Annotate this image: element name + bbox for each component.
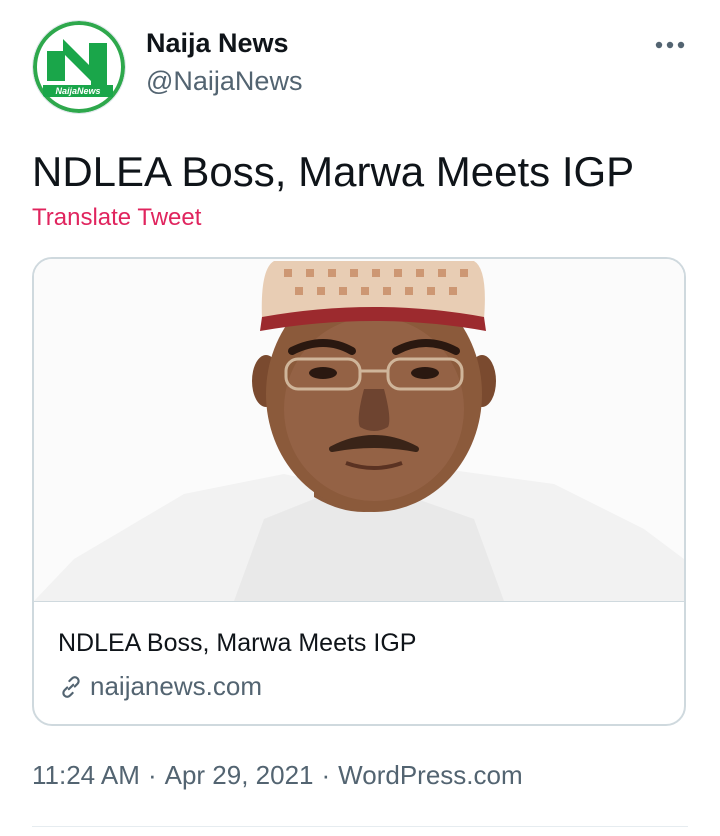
avatar-logo-text: NaijaNews [55,86,100,96]
more-options-icon [655,41,685,49]
divider [32,826,688,827]
tweet-meta: 11:24 AM · Apr 29, 2021 · WordPress.com [32,760,523,791]
portrait-photo [34,259,684,601]
card-domain: naijanews.com [90,671,262,701]
naija-news-logo-icon: NaijaNews [33,21,125,113]
tweet-date[interactable]: Apr 29, 2021 [165,760,314,791]
tweet-source[interactable]: WordPress.com [338,760,522,791]
meta-separator: · [321,760,331,790]
card-image[interactable] [34,259,684,602]
author-name[interactable]: Naija News [146,28,289,59]
link-icon [62,675,80,698]
link-preview-card[interactable]: NDLEA Boss, Marwa Meets IGP naijanews.co… [32,257,686,726]
tweet-time[interactable]: 11:24 AM [32,760,140,791]
more-options-button[interactable] [650,30,690,60]
card-domain-row[interactable]: naijanews.com [58,671,262,702]
card-title[interactable]: NDLEA Boss, Marwa Meets IGP [58,629,416,658]
author-avatar[interactable]: NaijaNews [32,20,126,114]
translate-tweet-link[interactable]: Translate Tweet [32,204,201,232]
tweet-text: NDLEA Boss, Marwa Meets IGP [32,148,635,195]
meta-separator: · [147,760,157,790]
author-handle[interactable]: @NaijaNews [146,66,302,97]
